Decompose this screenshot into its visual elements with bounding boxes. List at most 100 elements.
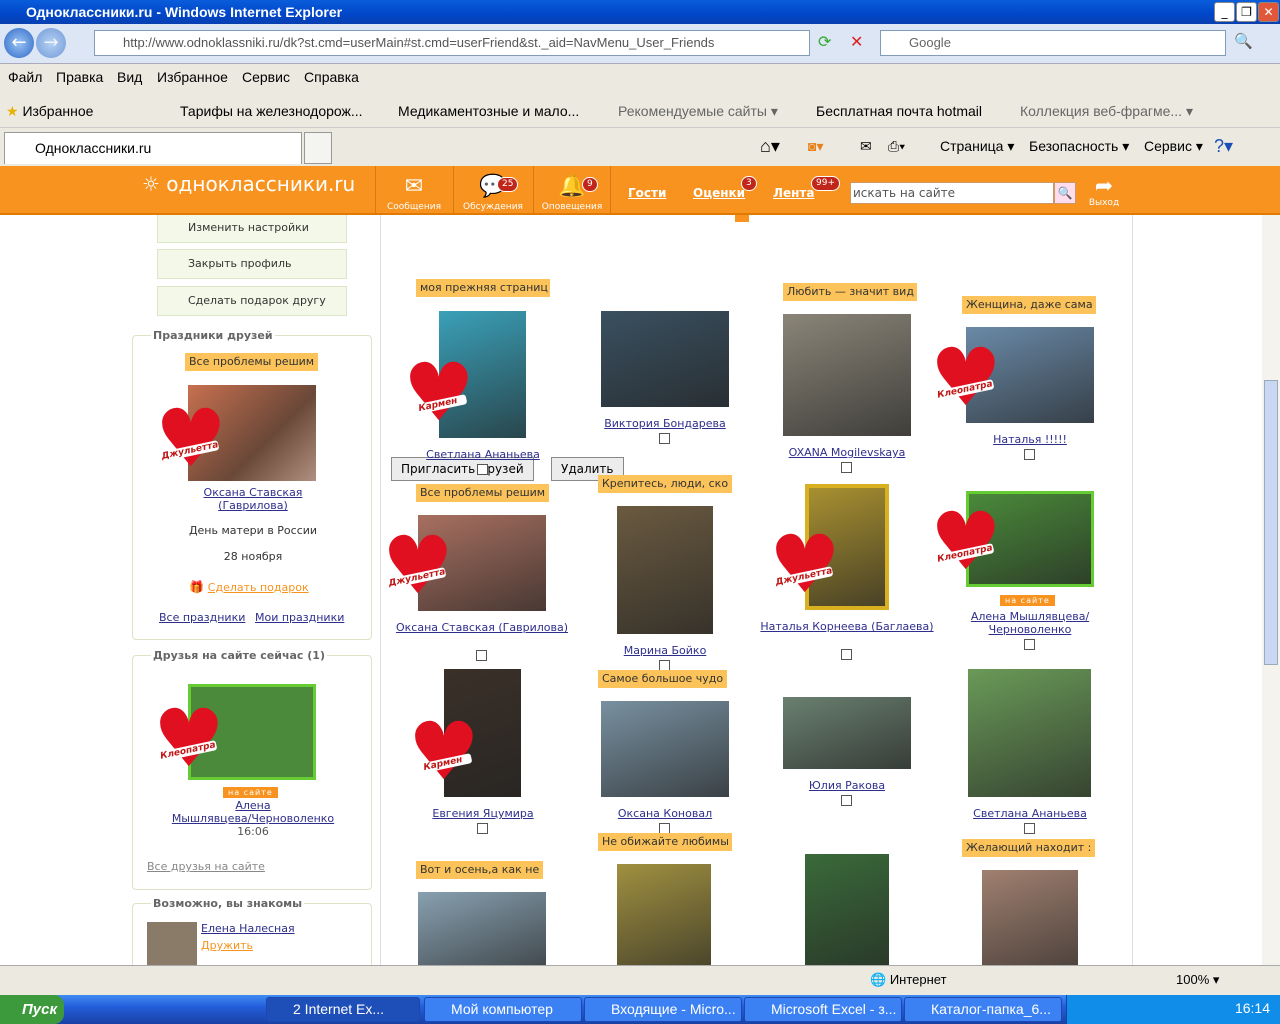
suggestion-photo[interactable]	[147, 922, 197, 965]
friend-photo[interactable]	[805, 854, 889, 965]
fav-link-1[interactable]: Тарифы на железнодорож...	[154, 94, 363, 128]
friend-name-link[interactable]: Светлана Ананьева	[940, 807, 1120, 820]
make-gift-button[interactable]: Сделать подарок другу	[157, 286, 347, 316]
refresh-icon[interactable]: ⟳	[818, 32, 831, 51]
friend-photo[interactable]	[783, 314, 911, 436]
vertical-scrollbar[interactable]	[1262, 215, 1280, 965]
zoom-level[interactable]: 100% ▾	[1176, 972, 1219, 988]
menu-edit[interactable]: Правка	[56, 64, 103, 90]
forward-button[interactable]: →	[36, 28, 66, 58]
task-ie[interactable]: 2 Internet Ex...	[266, 997, 420, 1022]
friend-photo[interactable]	[968, 669, 1091, 797]
menu-favorites[interactable]: Избранное	[157, 64, 228, 90]
new-tab-button[interactable]	[304, 132, 332, 164]
fav-link-4[interactable]: Бесплатная почта hotmail	[790, 94, 982, 128]
friend-select-checkbox[interactable]	[476, 464, 488, 475]
friend-name-link[interactable]: Наталья !!!!!	[940, 433, 1120, 446]
all-online-link[interactable]: Все друзья на сайте	[147, 860, 265, 873]
task-outlook[interactable]: Входящие - Micro...	[584, 997, 742, 1022]
friend-name-link[interactable]: Оксана Ставская (Гаврилова)	[133, 486, 373, 512]
start-button[interactable]: Пуск	[0, 995, 64, 1024]
friend-name-link[interactable]: Алена Мышлявцева/Черноволенко	[940, 610, 1120, 636]
friend-name-link[interactable]: Алена Мышлявцева/Черноволенко	[133, 799, 373, 825]
nav-notifications[interactable]: 🔔 Оповещения 9	[534, 170, 610, 212]
minimize-button[interactable]: _	[1214, 2, 1235, 22]
menu-file[interactable]: Файл	[8, 64, 42, 90]
envelope-icon: ✉	[404, 174, 424, 199]
print-icon[interactable]: ⎙▾	[888, 136, 905, 156]
friend-select-checkbox[interactable]	[1024, 449, 1035, 460]
nav-discussions[interactable]: 💬 Обсуждения 25	[455, 170, 531, 212]
system-tray: 16:14	[1066, 995, 1280, 1024]
stop-icon[interactable]: ✕	[850, 32, 863, 51]
friend-photo[interactable]	[418, 892, 546, 965]
task-excel[interactable]: Microsoft Excel - з...	[744, 997, 902, 1022]
friend-name-link[interactable]: Оксана Коновал	[575, 807, 755, 820]
fav-link-5[interactable]: Коллекция веб-фрагме... ▾	[994, 94, 1193, 128]
friend-select-checkbox[interactable]	[1023, 823, 1035, 834]
help-icon[interactable]: ?▾	[1214, 136, 1233, 156]
site-logo[interactable]: ☼ одноклассники.ru	[142, 172, 355, 196]
friend-select-checkbox[interactable]	[841, 462, 852, 473]
friend-select-checkbox[interactable]	[659, 433, 670, 444]
menu-help[interactable]: Справка	[304, 64, 359, 90]
back-button[interactable]: ←	[4, 28, 34, 58]
friend-photo[interactable]	[601, 701, 729, 797]
tools-menu[interactable]: Сервис ▾	[1144, 136, 1203, 156]
close-profile-button[interactable]: Закрыть профиль	[157, 249, 347, 279]
scrollbar-thumb[interactable]	[1264, 380, 1278, 665]
link-ratings[interactable]: Оценки	[693, 186, 745, 200]
friend-name-link[interactable]: Светлана Ананьева	[393, 448, 573, 461]
my-holidays-link[interactable]: Мои праздники	[255, 611, 344, 624]
friend-select-checkbox[interactable]	[841, 795, 852, 806]
friend-select-checkbox[interactable]	[841, 649, 852, 660]
favorites-button[interactable]: ★ Избранное	[6, 94, 93, 128]
friend-photo[interactable]	[783, 697, 911, 769]
logo-text: одноклассники.ru	[166, 172, 356, 196]
rss-icon[interactable]: ◙▾	[808, 136, 823, 156]
count-badge: 3	[741, 176, 757, 191]
add-friend-link[interactable]: Дружить	[201, 939, 253, 952]
logout-button[interactable]: ➦ Выход	[1068, 170, 1140, 208]
change-settings-button[interactable]: Изменить настройки	[157, 215, 347, 243]
friend-name-link[interactable]: Оксана Ставская (Гаврилова)	[392, 621, 572, 634]
maximize-button[interactable]: ❐	[1236, 2, 1257, 22]
menu-tools[interactable]: Сервис	[242, 64, 290, 90]
status-caption: Желающий находит :	[962, 839, 1096, 857]
task-my-computer[interactable]: Мой компьютер	[424, 997, 582, 1022]
fav-link-2[interactable]: Медикаментозные и мало...	[372, 94, 579, 128]
friend-name-link[interactable]: Наталья Корнеева (Баглаева)	[757, 620, 937, 633]
friend-photo[interactable]	[601, 311, 729, 407]
safety-menu[interactable]: Безопасность ▾	[1029, 136, 1129, 156]
suggestion-name-link[interactable]: Елена Налесная	[201, 922, 295, 935]
close-button[interactable]: ✕	[1258, 2, 1279, 22]
task-word[interactable]: Каталог-папка_6...	[904, 997, 1062, 1022]
site-search-input[interactable]: искать на сайте	[850, 182, 1054, 204]
fav-link-3[interactable]: Рекомендуемые сайты ▾	[592, 94, 778, 128]
nav-messages[interactable]: ✉ Сообщения	[376, 170, 452, 212]
send-gift-link[interactable]: 🎁 Сделать подарок	[189, 580, 309, 594]
page-menu[interactable]: Страница ▾	[940, 136, 1014, 156]
home-icon[interactable]: ⌂▾	[760, 136, 780, 156]
status-caption: Все проблемы решим	[416, 484, 550, 502]
friend-photo[interactable]	[617, 864, 711, 965]
friend-photo[interactable]	[982, 870, 1078, 965]
friend-name-link[interactable]: Евгения Яцумира	[393, 807, 573, 820]
friend-name-link[interactable]: OXANA Mogilevskaya	[757, 446, 937, 459]
url-input[interactable]: http://www.odnoklassniki.ru/dk?st.cmd=us…	[94, 30, 810, 56]
friend-select-checkbox[interactable]	[476, 650, 487, 661]
search-icon[interactable]: 🔍	[1234, 32, 1253, 50]
tab-odnoklassniki[interactable]: Одноклассники.ru	[4, 132, 302, 164]
friend-select-checkbox[interactable]	[1024, 639, 1035, 650]
link-guests[interactable]: Гости	[628, 186, 666, 200]
friend-select-checkbox[interactable]	[476, 823, 488, 834]
link-feed[interactable]: Лента	[773, 186, 814, 200]
all-holidays-link[interactable]: Все праздники	[159, 611, 245, 624]
friend-name-link[interactable]: Марина Бойко	[575, 644, 755, 657]
mail-icon[interactable]: ✉	[860, 136, 872, 156]
menu-view[interactable]: Вид	[117, 64, 142, 90]
friend-name-link[interactable]: Виктория Бондарева	[575, 417, 755, 430]
friend-photo[interactable]	[617, 506, 713, 634]
friend-name-link[interactable]: Юлия Ракова	[757, 779, 937, 792]
search-input[interactable]: Google	[880, 30, 1226, 56]
